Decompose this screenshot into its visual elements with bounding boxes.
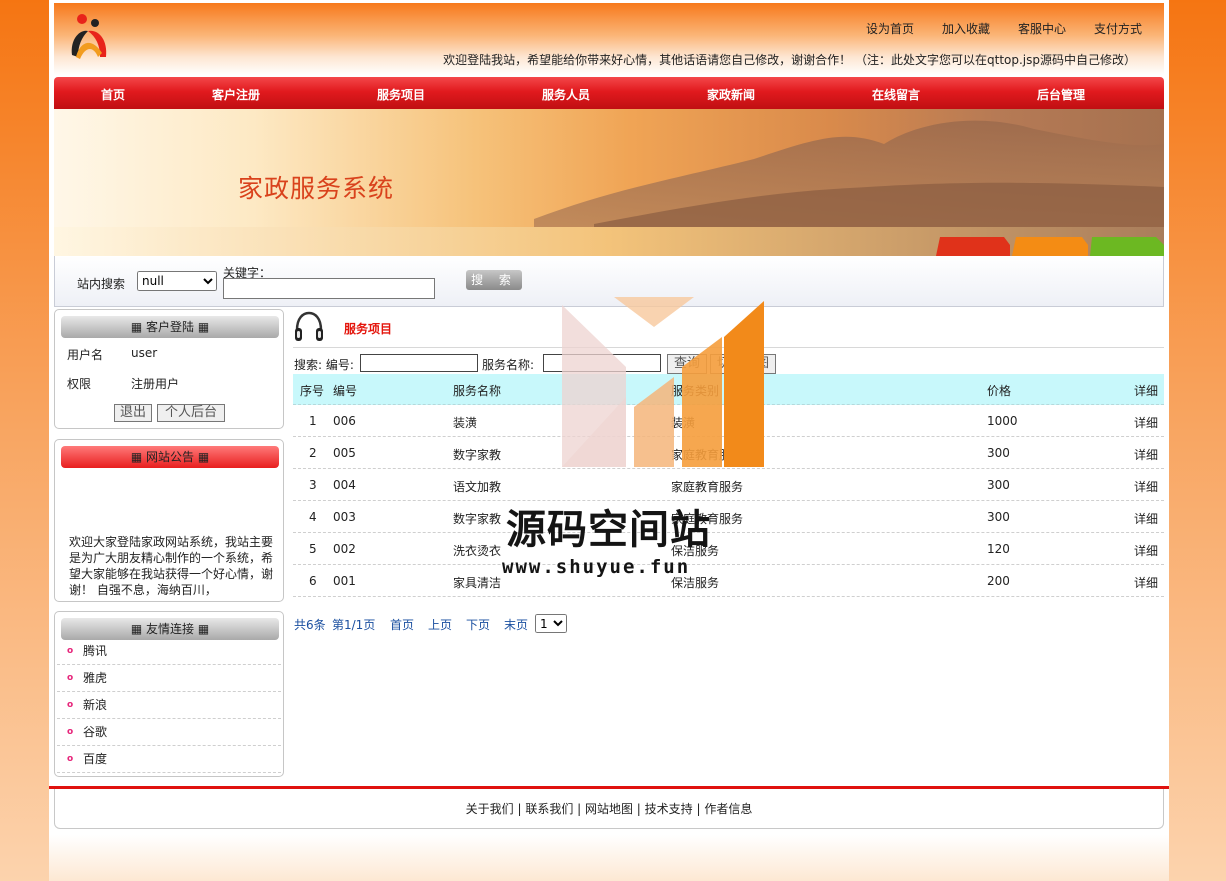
grid-icon: ▦ bbox=[194, 450, 210, 464]
headphones-icon bbox=[295, 311, 323, 341]
detail-link[interactable]: 详细 bbox=[1134, 446, 1158, 463]
detail-link[interactable]: 详细 bbox=[1134, 574, 1158, 591]
role-label: 权限 bbox=[67, 377, 92, 391]
search-field-select[interactable]: null bbox=[137, 271, 217, 291]
query-button[interactable]: 查询 bbox=[667, 354, 707, 374]
nav-staff[interactable]: 服务人员 bbox=[542, 86, 590, 103]
detail-link[interactable]: 详细 bbox=[1134, 414, 1158, 431]
footer-links[interactable]: 关于我们 | 联系我们 | 网站地图 | 技术支持 | 作者信息 bbox=[54, 789, 1164, 829]
service-name-input[interactable] bbox=[543, 354, 661, 372]
logout-button[interactable]: 退出 bbox=[114, 404, 152, 422]
table-row: 5 002 洗衣烫衣 保洁服务 120 详细 bbox=[293, 533, 1164, 565]
username-row: 用户名 user bbox=[67, 346, 157, 363]
detail-link[interactable]: 详细 bbox=[1134, 510, 1158, 527]
banner: 家政服务系统 bbox=[54, 109, 1164, 256]
grid-icon: ▦ bbox=[194, 622, 210, 636]
switch-view-button[interactable]: 切换视图 bbox=[710, 354, 776, 374]
nav-message[interactable]: 在线留言 bbox=[872, 86, 920, 103]
table-row: 2 005 数字家教 家庭教育服务 300 详细 bbox=[293, 437, 1164, 469]
logo-icon bbox=[71, 14, 107, 59]
pager-last[interactable]: 末页 bbox=[504, 616, 528, 633]
watermark-url: www.shuyue.fun bbox=[502, 556, 691, 578]
nav-home[interactable]: 首页 bbox=[101, 86, 125, 103]
table-row: 6 001 家具清洁 保洁服务 200 详细 bbox=[293, 565, 1164, 597]
col-price-header: 价格 bbox=[987, 384, 1012, 398]
page-select[interactable]: 1 bbox=[535, 614, 567, 633]
grid-icon: ▦ bbox=[130, 320, 146, 334]
login-panel-title: ▦ 客户登陆 ▦ bbox=[61, 316, 279, 338]
col-code-header: 编号 bbox=[333, 384, 358, 398]
bullet-icon: o bbox=[67, 700, 74, 710]
bullet-icon: o bbox=[67, 673, 74, 683]
welcome-text: 欢迎登陆我站，希望能给你带来好心情，其他话语请您自己修改，谢谢合作！ （注：此处… bbox=[443, 53, 1136, 67]
col-detail-header: 详细 bbox=[1133, 384, 1158, 398]
keyword-input[interactable] bbox=[223, 278, 435, 299]
pager-prev[interactable]: 上页 bbox=[428, 616, 452, 633]
grid-icon: ▦ bbox=[130, 450, 146, 464]
site-search-bar: 站内搜索 null 关键字： 搜 索 bbox=[54, 256, 1164, 307]
pager-next[interactable]: 下页 bbox=[466, 616, 490, 633]
table-header: 序号 编号 服务名称 服务类别 价格 详细 bbox=[293, 374, 1164, 405]
nav-register[interactable]: 客户注册 bbox=[212, 86, 260, 103]
bullet-icon: o bbox=[67, 754, 74, 764]
table-row: 3 004 语文加教 家庭教育服务 300 详细 bbox=[293, 469, 1164, 501]
banner-landscape bbox=[54, 120, 1164, 256]
code-label: 搜索: 编号: bbox=[294, 358, 354, 372]
main-title: 服务项目 bbox=[344, 322, 393, 336]
friend-link-item[interactable]: o 腾讯 bbox=[57, 638, 281, 665]
main-nav: 首页 客户注册 服务项目 服务人员 家政新闻 在线留言 后台管理 bbox=[54, 77, 1164, 109]
table-row: 1 006 装潢 装潢 1000 详细 bbox=[293, 405, 1164, 437]
services-table: 序号 编号 服务名称 服务类别 价格 详细 1 006 装潢 装潢 1000 详… bbox=[293, 374, 1164, 597]
username-label: 用户名 bbox=[67, 348, 104, 362]
col-index-header: 序号 bbox=[300, 384, 325, 398]
role-value: 注册用户 bbox=[131, 377, 180, 391]
friend-links-panel: ▦ 友情连接 ▦ o 腾讯 o 雅虎 o 新浪 o 谷歌 o 百度 bbox=[54, 611, 284, 777]
divider bbox=[293, 347, 1164, 348]
nav-news[interactable]: 家政新闻 bbox=[707, 86, 755, 103]
site-search-button[interactable]: 搜 索 bbox=[466, 270, 522, 290]
friend-links-title: ▦ 友情连接 ▦ bbox=[61, 618, 279, 640]
service-name-label: 服务名称: bbox=[482, 358, 535, 372]
bottom-fade bbox=[49, 835, 1169, 881]
grid-icon: ▦ bbox=[194, 320, 210, 334]
banner-title: 家政服务系统 bbox=[238, 174, 395, 203]
username-value: user bbox=[131, 346, 158, 360]
nav-admin[interactable]: 后台管理 bbox=[1037, 86, 1085, 103]
friend-link-item[interactable]: o 百度 bbox=[57, 746, 281, 773]
payment-link[interactable]: 支付方式 bbox=[1094, 20, 1142, 37]
grid-icon: ▦ bbox=[130, 622, 146, 636]
col-category-header: 服务类别 bbox=[671, 384, 720, 398]
pager-total: 共6条 bbox=[294, 618, 326, 632]
set-home-link[interactable]: 设为首页 bbox=[866, 20, 914, 37]
pager-first[interactable]: 首页 bbox=[390, 616, 414, 633]
friend-link-item[interactable]: o 谷歌 bbox=[57, 719, 281, 746]
detail-link[interactable]: 详细 bbox=[1134, 542, 1158, 559]
top-links: 设为首页 加入收藏 客服中心 支付方式 bbox=[866, 20, 1142, 37]
table-row: 4 003 数字家教 家庭教育服务 300 详细 bbox=[293, 501, 1164, 533]
login-panel: ▦ 客户登陆 ▦ 用户名 user 权限 注册用户 退出 个人后台 bbox=[54, 309, 284, 429]
site-search-label: 站内搜索 bbox=[77, 277, 126, 291]
personal-backend-button[interactable]: 个人后台 bbox=[157, 404, 225, 422]
friend-link-item[interactable]: o 雅虎 bbox=[57, 665, 281, 692]
nav-services[interactable]: 服务项目 bbox=[377, 86, 425, 103]
role-row: 权限 注册用户 bbox=[67, 375, 179, 392]
col-name-header: 服务名称 bbox=[453, 384, 502, 398]
customer-service-link[interactable]: 客服中心 bbox=[1018, 20, 1066, 37]
notice-panel: ▦ 网站公告 ▦ 欢迎大家登陆家政网站系统，我站主要是为广大朋友精心制作的一个系… bbox=[54, 439, 284, 602]
page: 设为首页 加入收藏 客服中心 支付方式 欢迎登陆我站，希望能给你带来好心情，其他… bbox=[49, 0, 1169, 881]
notice-panel-title: ▦ 网站公告 ▦ bbox=[61, 446, 279, 468]
watermark-text: 源码空间站 bbox=[506, 507, 711, 553]
add-favorite-link[interactable]: 加入收藏 bbox=[942, 20, 990, 37]
friend-link-item[interactable]: o 新浪 bbox=[57, 692, 281, 719]
notice-text: 欢迎大家登陆家政网站系统，我站主要是为广大朋友精心制作的一个系统，希望大家能够在… bbox=[69, 535, 274, 597]
code-input[interactable] bbox=[360, 354, 478, 372]
bullet-icon: o bbox=[67, 727, 74, 737]
detail-link[interactable]: 详细 bbox=[1134, 478, 1158, 495]
pager-page: 第1/1页 bbox=[332, 618, 376, 632]
header: 设为首页 加入收藏 客服中心 支付方式 欢迎登陆我站，希望能给你带来好心情，其他… bbox=[54, 3, 1164, 75]
bullet-icon: o bbox=[67, 646, 74, 656]
